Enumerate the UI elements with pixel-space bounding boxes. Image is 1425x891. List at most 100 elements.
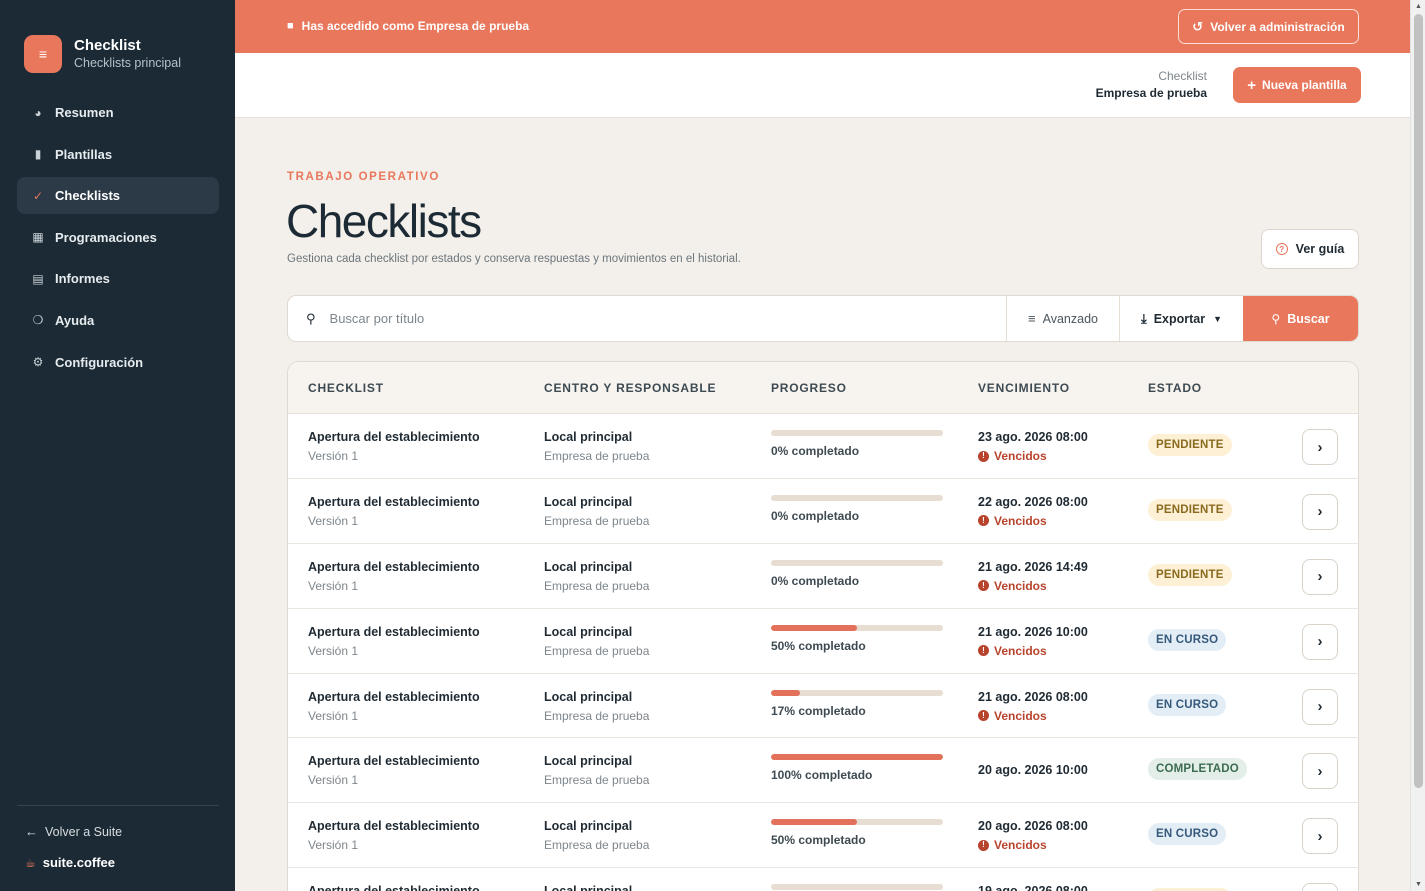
center-name: Local principal <box>544 430 633 444</box>
checklist-title[interactable]: Apertura del establecimiento <box>308 883 480 891</box>
chevron-right-icon: › <box>1317 762 1323 780</box>
progress-cell: 100% completado <box>771 754 943 782</box>
back-to-suite-label: Volver a Suite <box>45 824 123 839</box>
status-badge: PENDIENTE <box>1148 434 1232 456</box>
status-cell: EN CURSO <box>1148 693 1227 716</box>
status-cell: PENDIENTE <box>1148 434 1232 456</box>
checklist-version: Versión 1 <box>308 513 359 528</box>
progress-cell: 0% completado <box>771 559 943 588</box>
alert-circle-icon: ! <box>978 839 989 851</box>
checklist-version: Versión 1 <box>308 449 359 463</box>
alert-circle-icon: ! <box>978 710 989 722</box>
checklist-title[interactable]: Apertura del establecimiento <box>308 559 480 575</box>
search-bar: ⚲ ≡ Avanzado ⤓ Exportar ▼ ⚲ Buscar <box>287 295 1359 342</box>
center-name: Local principal <box>544 559 633 574</box>
back-to-admin-button[interactable]: ↺ Volver a administración <box>1178 9 1359 44</box>
status-badge: PENDIENTE <box>1148 498 1232 521</box>
sidebar-item-checklists[interactable]: ✓ Checklists <box>17 177 219 215</box>
page-scrollbar[interactable]: ▲ ▼ <box>1410 0 1425 891</box>
scroll-down-arrow-icon[interactable]: ▼ <box>1415 881 1422 888</box>
suite-logo[interactable]: ☕ suite.coffee <box>25 855 115 870</box>
column-header-progress[interactable]: PROGRESO <box>771 381 847 395</box>
new-template-button[interactable]: + Nueva plantilla <box>1233 67 1361 103</box>
table-row[interactable]: Apertura del establecimiento Versión 1 L… <box>288 544 1358 609</box>
new-template-label: Nueva plantilla <box>1262 78 1347 92</box>
checklist-title[interactable]: Apertura del establecimiento <box>308 494 480 510</box>
center-cell: Local principal Empresa de prueba <box>544 883 649 891</box>
overdue-indicator: ! Vencidos <box>978 447 1088 465</box>
scrollbar-thumb[interactable] <box>1414 14 1423 788</box>
checklist-title[interactable]: Apertura del establecimiento <box>308 429 480 445</box>
brand[interactable]: ≡ Checklist Checklists principal <box>0 0 235 80</box>
back-to-admin-label: Volver a administración <box>1210 19 1345 34</box>
progress-bar <box>771 624 943 631</box>
table-row[interactable]: Apertura del establecimiento Versión 1 L… <box>288 738 1358 804</box>
due-cell: 22 ago. 2026 08:00 ! Vencidos <box>978 494 1088 530</box>
checklist-cell: Apertura del establecimiento Versión 1 <box>308 883 480 891</box>
table-row[interactable]: Apertura del establecimiento Versión 1 L… <box>288 803 1358 869</box>
sidebar-item-programaciones[interactable]: ▦ Programaciones <box>17 219 219 256</box>
sidebar-item-plantillas[interactable]: ▮ Plantillas <box>17 136 219 173</box>
checklist-cell: Apertura del establecimiento Versión 1 <box>308 624 480 660</box>
sidebar-item-label: Configuración <box>55 354 144 370</box>
checklist-title[interactable]: Apertura del establecimiento <box>308 624 480 640</box>
checklist-version: Versión 1 <box>308 578 359 593</box>
due-cell: 20 ago. 2026 10:00 <box>978 762 1088 778</box>
sidebar-item-informes[interactable]: ▤ Informes <box>17 260 219 297</box>
checklist-cell: Apertura del establecimiento Versión 1 <box>308 753 480 789</box>
checklist-title[interactable]: Apertura del establecimiento <box>308 818 480 834</box>
overdue-label: Vencidos <box>994 708 1047 723</box>
column-header-status[interactable]: ESTADO <box>1148 381 1202 395</box>
alert-circle-icon: ! <box>978 515 989 527</box>
table-row[interactable]: Apertura del establecimiento Versión 1 L… <box>288 868 1358 891</box>
checklist-title[interactable]: Apertura del establecimiento <box>308 689 480 705</box>
open-row-button[interactable]: › <box>1302 753 1338 790</box>
column-header-checklist[interactable]: CHECKLIST <box>308 381 384 395</box>
progress-bar <box>771 430 943 436</box>
alert-circle-icon: ! <box>978 645 989 657</box>
center-name: Local principal <box>544 689 633 704</box>
open-row-button[interactable]: › <box>1302 688 1338 725</box>
back-to-suite-link[interactable]: ← Volver a Suite <box>25 824 122 839</box>
sidebar-item-label: Programaciones <box>55 229 157 245</box>
open-row-button[interactable]: › <box>1302 429 1338 465</box>
table-header: CHECKLIST CENTRO Y RESPONSABLE PROGRESO … <box>288 362 1358 414</box>
open-row-button[interactable]: › <box>1302 558 1338 595</box>
overdue-label: Vencidos <box>994 449 1047 463</box>
chevron-down-icon: ▼ <box>1213 313 1223 324</box>
chevron-right-icon: › <box>1317 438 1323 456</box>
advanced-filter-button[interactable]: ≡ Avanzado <box>1006 296 1119 341</box>
header-module: Checklist <box>1158 69 1207 83</box>
overdue-label: Vencidos <box>994 838 1047 853</box>
column-header-center[interactable]: CENTRO Y RESPONSABLE <box>544 381 716 395</box>
search-button[interactable]: ⚲ Buscar <box>1243 296 1358 341</box>
open-row-button[interactable]: › <box>1302 493 1338 530</box>
sidebar-item-resumen[interactable]: ◕ Resumen <box>17 94 219 131</box>
export-dropdown[interactable]: ⤓ Exportar ▼ <box>1119 296 1243 341</box>
view-guide-button[interactable]: ? Ver guía <box>1261 229 1359 269</box>
table-row[interactable]: Apertura del establecimiento Versión 1 L… <box>288 479 1358 544</box>
table-row[interactable]: Apertura del establecimiento Versión 1 L… <box>288 609 1358 674</box>
table-row[interactable]: Apertura del establecimiento Versión 1 L… <box>288 674 1358 739</box>
sidebar-item-label: Informes <box>55 271 110 287</box>
search-input[interactable] <box>329 311 930 326</box>
checklist-title[interactable]: Apertura del establecimiento <box>308 753 480 769</box>
sidebar-item-configuracion[interactable]: ⚙ Configuración <box>17 344 219 381</box>
open-row-button[interactable]: › <box>1302 623 1338 660</box>
overdue-indicator: ! Vencidos <box>978 512 1088 530</box>
overdue-indicator: ! Vencidos <box>978 836 1088 854</box>
open-row-button[interactable]: › <box>1302 818 1338 855</box>
center-name: Local principal <box>544 754 633 769</box>
table-row[interactable]: Apertura del establecimiento Versión 1 L… <box>288 414 1358 479</box>
overdue-label: Vencidos <box>994 578 1047 593</box>
scroll-up-arrow-icon[interactable]: ▲ <box>1415 3 1422 10</box>
company-name: Empresa de prueba <box>544 578 650 593</box>
chevron-right-icon: › <box>1317 503 1323 521</box>
overdue-label: Vencidos <box>994 513 1047 528</box>
open-row-button[interactable]: › <box>1302 883 1338 891</box>
sidebar-item-ayuda[interactable]: ❍ Ayuda <box>17 302 219 339</box>
search-icon: ⚲ <box>1271 311 1281 326</box>
due-cell: 21 ago. 2026 08:00 ! Vencidos <box>978 689 1088 725</box>
column-header-due[interactable]: VENCIMIENTO <box>978 381 1070 395</box>
search-button-label: Buscar <box>1287 311 1330 326</box>
